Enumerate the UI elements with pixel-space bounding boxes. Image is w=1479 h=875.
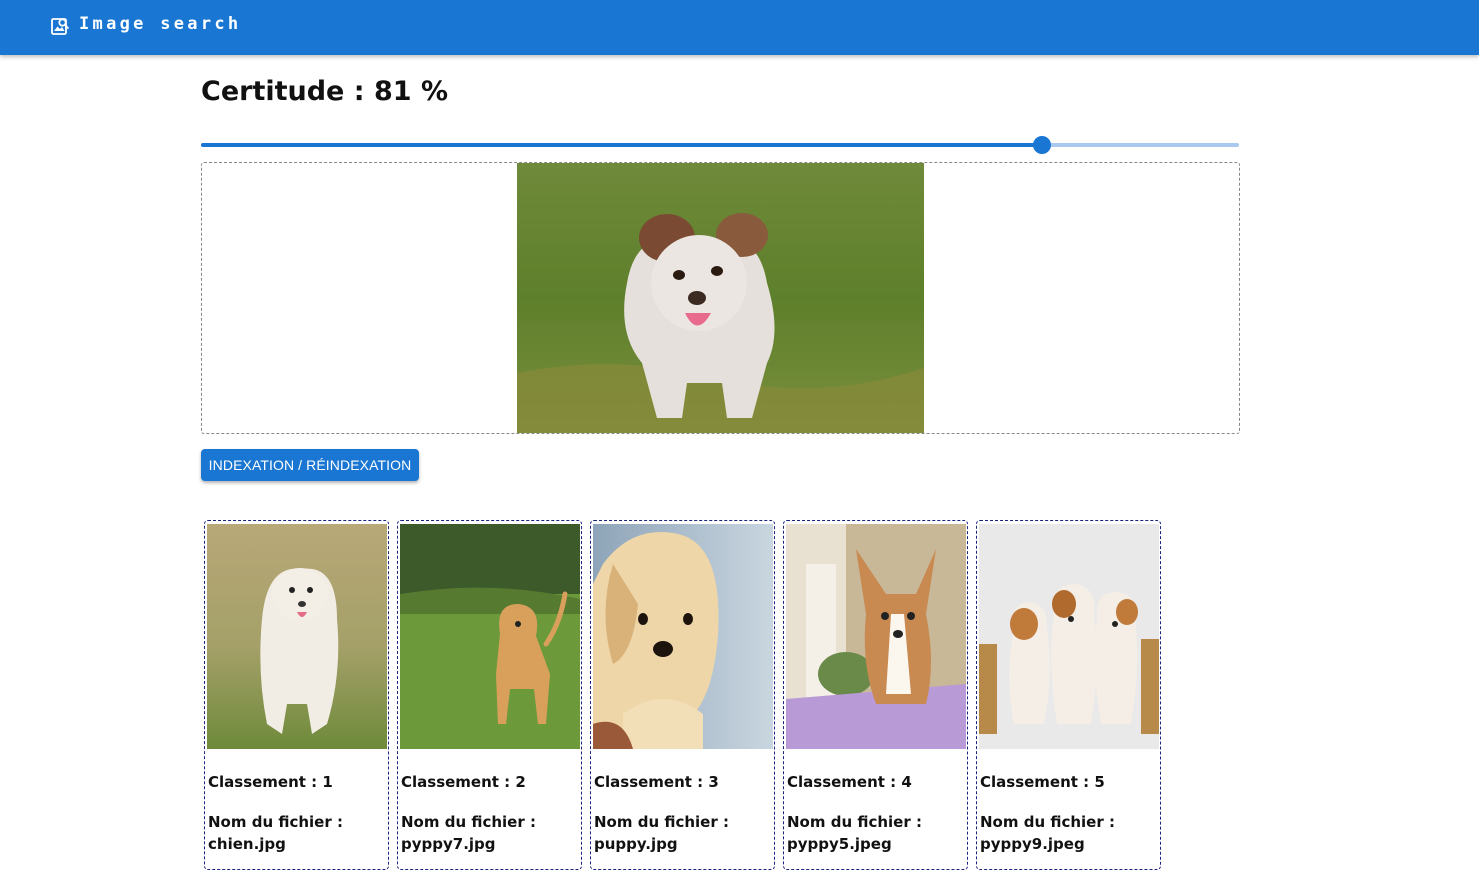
query-image <box>517 163 924 433</box>
certitude-heading: Certitude : 81 % <box>201 76 448 107</box>
filename-value: pyppy5.jpeg <box>787 835 892 853</box>
filename-label: Nom du fichier : <box>594 813 729 831</box>
result-card-4[interactable]: Classement : 4 Nom du fichier : pyppy5.j… <box>783 520 968 870</box>
result-image[interactable] <box>593 524 773 749</box>
slider-track[interactable] <box>201 143 1042 147</box>
app-bar: Image search <box>0 0 1479 55</box>
app-title: Image search <box>79 14 242 34</box>
image-search-icon[interactable] <box>50 16 70 36</box>
result-rank: Classement : 2 <box>401 773 526 791</box>
indexation-button[interactable]: INDEXATION / RÉINDEXATION <box>201 449 419 481</box>
result-rank: Classement : 1 <box>208 773 333 791</box>
result-filename: Nom du fichier : pyppy5.jpeg <box>787 811 965 855</box>
result-image[interactable] <box>207 524 387 749</box>
filename-value: chien.jpg <box>208 835 286 853</box>
filename-label: Nom du fichier : <box>208 813 343 831</box>
image-dropzone[interactable] <box>201 162 1240 434</box>
result-filename: Nom du fichier : pyppy7.jpg <box>401 811 579 855</box>
result-rank: Classement : 4 <box>787 773 912 791</box>
result-card-5[interactable]: Classement : 5 Nom du fichier : pyppy9.j… <box>976 520 1161 870</box>
result-rank: Classement : 3 <box>594 773 719 791</box>
result-image[interactable] <box>979 524 1159 749</box>
filename-label: Nom du fichier : <box>980 813 1115 831</box>
slider-thumb[interactable] <box>1032 136 1051 154</box>
filename-value: puppy.jpg <box>594 835 678 853</box>
result-filename: Nom du fichier : chien.jpg <box>208 811 386 855</box>
result-card-1[interactable]: Classement : 1 Nom du fichier : chien.jp… <box>204 520 389 870</box>
filename-value: pyppy9.jpeg <box>980 835 1085 853</box>
result-image[interactable] <box>786 524 966 749</box>
result-card-2[interactable]: Classement : 2 Nom du fichier : pyppy7.j… <box>397 520 582 870</box>
result-filename: Nom du fichier : pyppy9.jpeg <box>980 811 1158 855</box>
result-rank: Classement : 5 <box>980 773 1105 791</box>
filename-value: pyppy7.jpg <box>401 835 496 853</box>
result-filename: Nom du fichier : puppy.jpg <box>594 811 772 855</box>
result-image[interactable] <box>400 524 580 749</box>
certitude-slider[interactable] <box>201 135 1239 155</box>
filename-label: Nom du fichier : <box>787 813 922 831</box>
filename-label: Nom du fichier : <box>401 813 536 831</box>
result-card-3[interactable]: Classement : 3 Nom du fichier : puppy.jp… <box>590 520 775 870</box>
